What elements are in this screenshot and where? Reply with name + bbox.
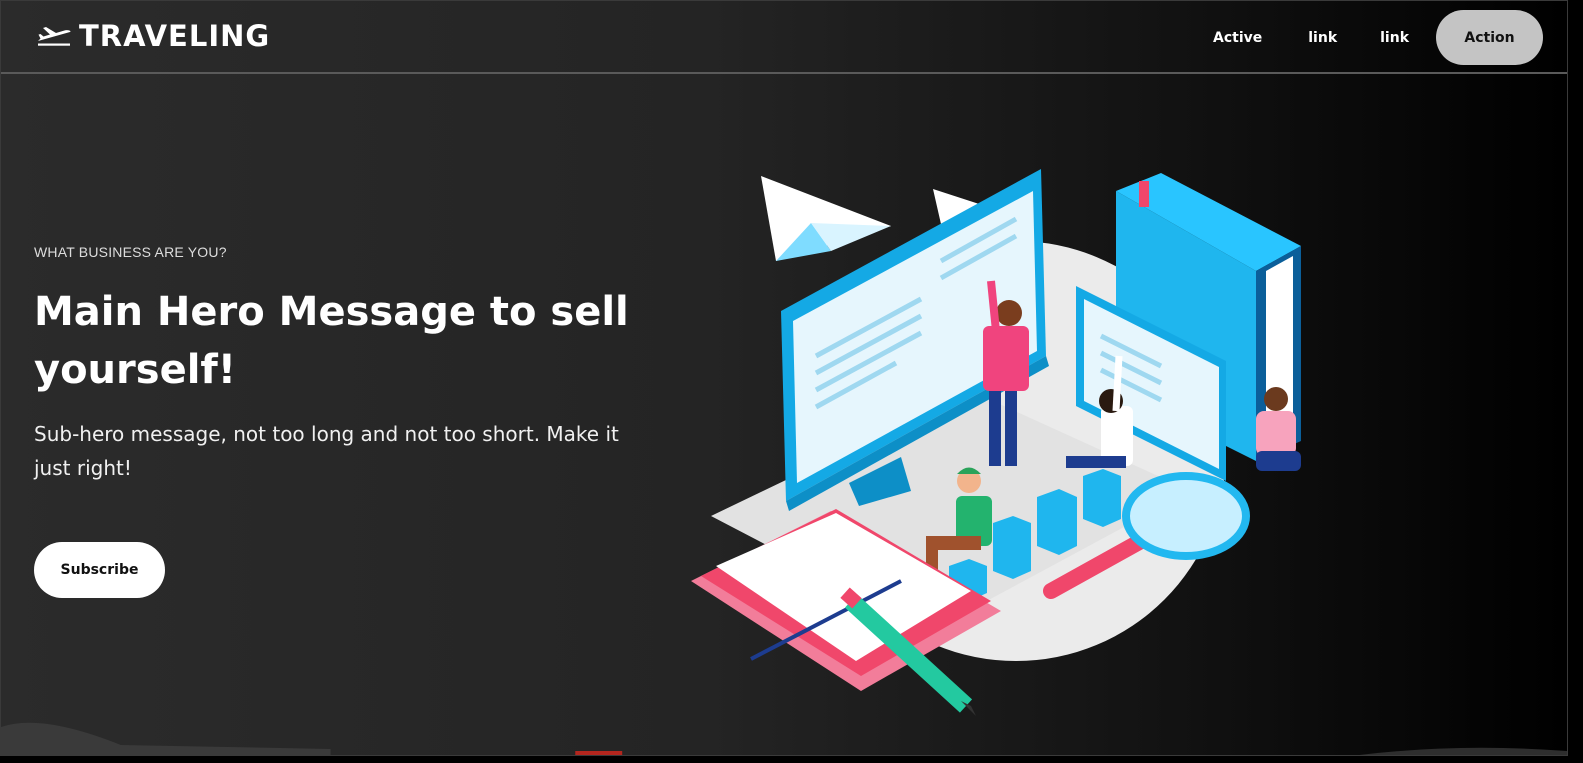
nav-link-active[interactable]: Active bbox=[1213, 30, 1262, 46]
brand-logo[interactable]: TRAVELING bbox=[37, 19, 270, 53]
top-navbar: TRAVELING Active link link Action bbox=[1, 1, 1567, 74]
nav-link-2[interactable]: link bbox=[1380, 30, 1409, 46]
subscribe-button[interactable]: Subscribe bbox=[34, 542, 165, 598]
airplane-icon bbox=[38, 27, 71, 46]
nav-link-1[interactable]: link bbox=[1308, 30, 1337, 46]
hero-eyebrow: WHAT BUSINESS ARE YOU? bbox=[34, 244, 227, 260]
hero-title: Main Hero Message to sell yourself! bbox=[34, 289, 629, 393]
hero-illustration bbox=[691, 169, 1301, 716]
page-frame: TRAVELING Active link link Action WHAT B… bbox=[0, 0, 1568, 756]
hero-subtitle: Sub-hero message, not too long and not t… bbox=[34, 422, 619, 480]
action-button[interactable]: Action bbox=[1436, 10, 1543, 65]
nav-links: Active link link Action bbox=[1213, 10, 1543, 65]
brand-name: TRAVELING bbox=[79, 19, 271, 53]
bottom-wave bbox=[1, 722, 1567, 755]
paper-plane-left bbox=[761, 176, 891, 261]
